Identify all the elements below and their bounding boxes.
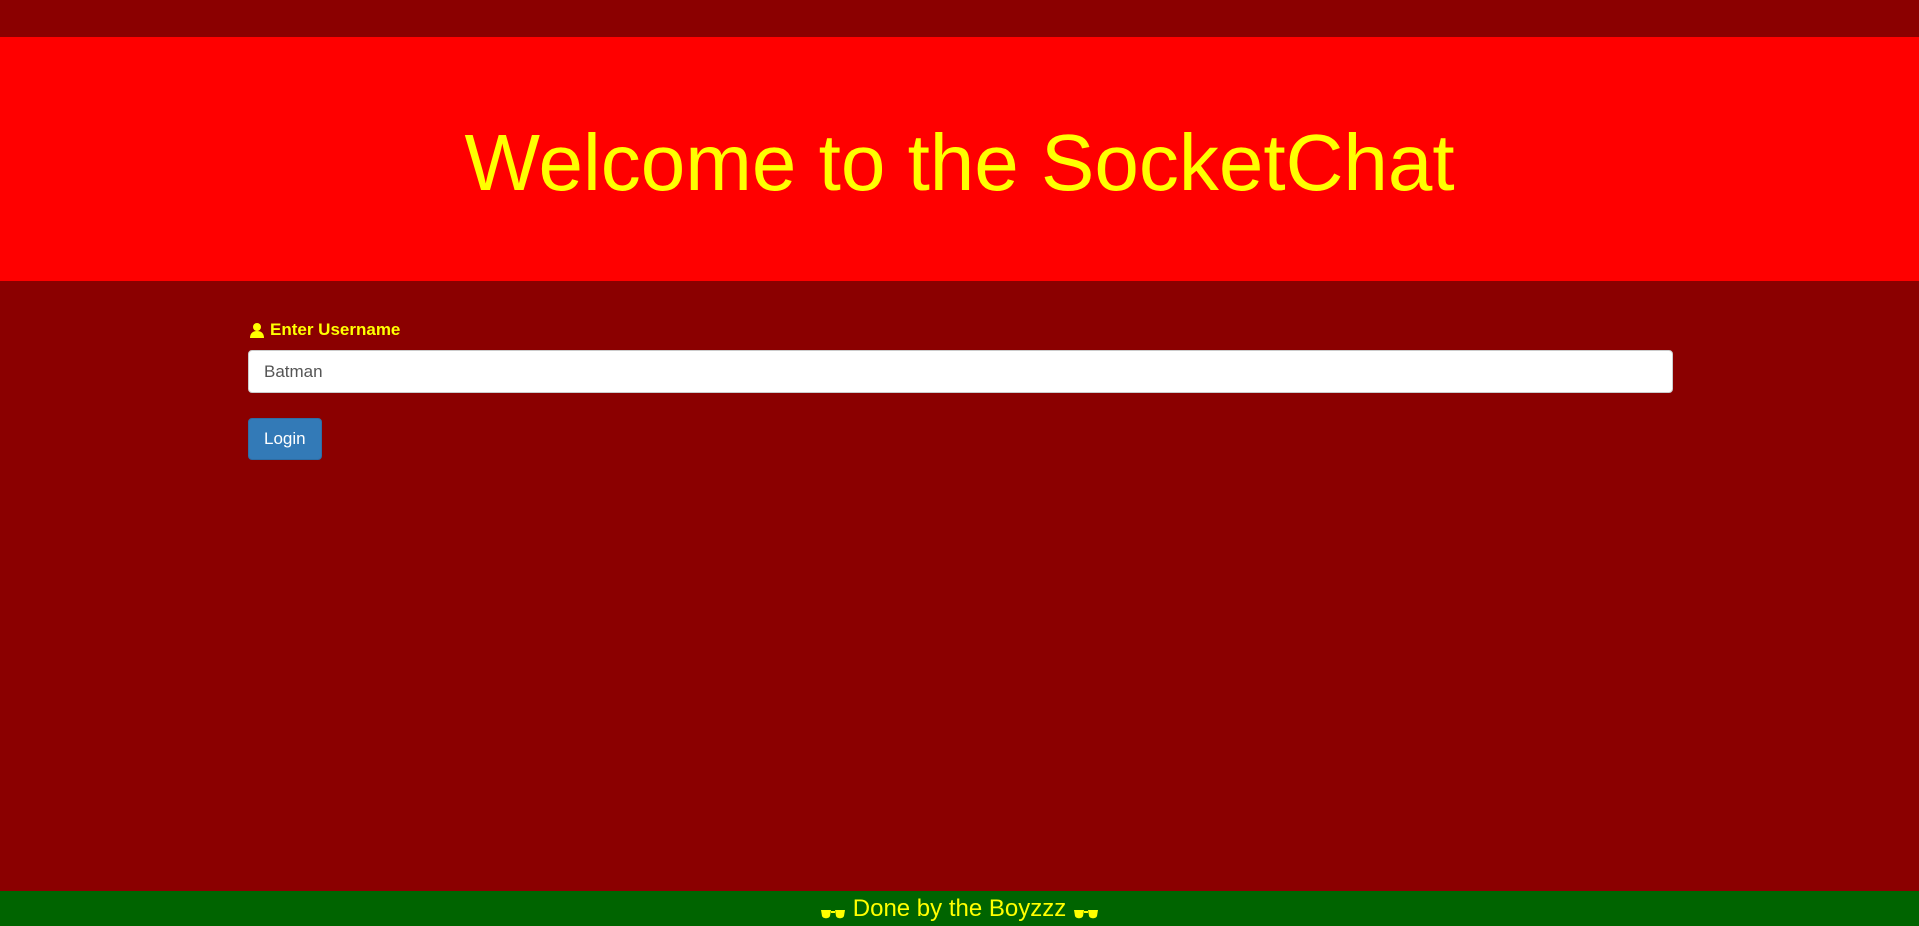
footer-text: Done by the Boyzzz [852,894,1067,922]
login-form: Enter Username Login [248,318,1673,460]
username-label: Enter Username [248,318,1673,342]
username-label-text: Enter Username [270,320,401,339]
page-title: Welcome to the SocketChat [464,118,1455,207]
username-input[interactable] [248,350,1673,393]
login-button[interactable]: Login [248,418,322,460]
footer: Done by the Boyzzz [0,891,1919,926]
sunglasses-icon [1072,901,1100,918]
user-icon [248,321,266,339]
sunglasses-icon [819,901,847,918]
page: Welcome to the SocketChat Enter Username… [0,0,1919,926]
hero-banner: Welcome to the SocketChat [0,37,1919,281]
